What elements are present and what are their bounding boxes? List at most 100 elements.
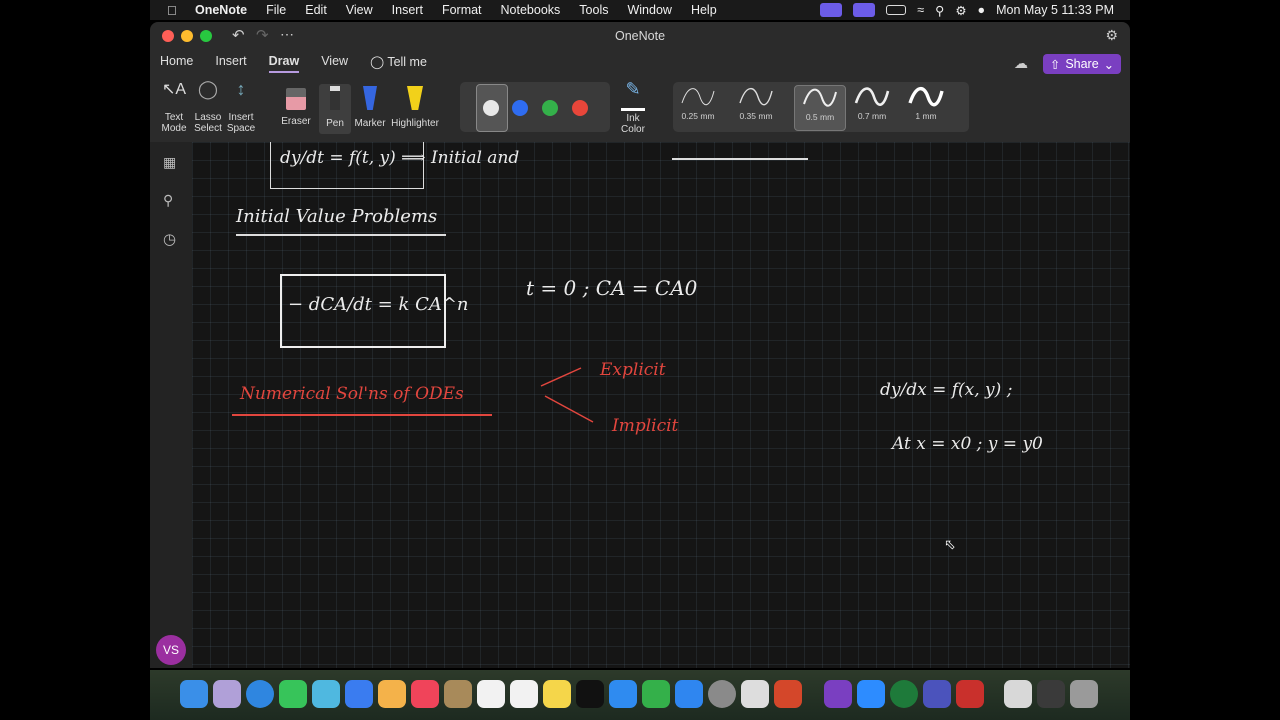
clock[interactable]: Mon May 5 11:33 PM — [996, 3, 1114, 17]
insert-space-label-1: Insert — [228, 112, 254, 123]
teams-icon[interactable] — [923, 680, 951, 708]
lightbulb-icon: ◯ — [370, 55, 385, 69]
insert-space-button[interactable]: ↕ Insert Space — [225, 79, 257, 134]
pen-label: Pen — [326, 118, 344, 129]
eraser-button[interactable]: Eraser — [278, 84, 314, 127]
tab-home[interactable]: Home — [160, 54, 193, 73]
mail-icon[interactable] — [345, 680, 373, 708]
highlighter-button[interactable]: Highlighter — [388, 84, 442, 129]
menu-file[interactable]: File — [266, 3, 286, 17]
mathtype-icon[interactable] — [956, 680, 984, 708]
safari-icon[interactable] — [246, 680, 274, 708]
marker-icon — [363, 86, 377, 110]
insert-space-icon: ↕ — [236, 79, 246, 99]
keynote-icon[interactable] — [609, 680, 637, 708]
downloads-stack-icon[interactable] — [1004, 680, 1032, 708]
thickness-option-0-25[interactable]: 0.25 mm — [673, 85, 723, 129]
color-swatch-green[interactable] — [542, 100, 558, 116]
archive-utility-icon[interactable] — [444, 680, 472, 708]
marker-button[interactable]: Marker — [353, 84, 387, 129]
insert-space-label-2: Space — [226, 123, 256, 134]
system-settings-icon[interactable] — [708, 680, 736, 708]
thickness-option-0-5[interactable]: 0.5 mm — [794, 85, 846, 131]
wifi-icon[interactable]: ≈ — [917, 3, 924, 17]
color-swatch-red[interactable] — [572, 100, 588, 116]
zoom-icon[interactable] — [857, 680, 885, 708]
apple-menu-icon[interactable]:  — [167, 3, 183, 18]
control-center-icon[interactable]: ⚙ — [955, 3, 966, 18]
powerpoint-icon[interactable] — [774, 680, 802, 708]
siri-icon[interactable]: ● — [978, 3, 986, 17]
finder-icon[interactable] — [180, 680, 208, 708]
color-swatch-white[interactable] — [483, 100, 499, 116]
reminders-icon[interactable] — [510, 680, 538, 708]
tab-view[interactable]: View — [321, 54, 348, 73]
calendar-icon[interactable] — [477, 680, 505, 708]
lasso-label-1: Lasso — [194, 112, 222, 123]
sync-cloud-icon[interactable]: ☁ — [1014, 55, 1028, 72]
menu-help[interactable]: Help — [691, 3, 717, 17]
tell-me-search[interactable]: ◯ Tell me — [370, 54, 427, 73]
apple-tv-icon[interactable] — [576, 680, 604, 708]
text-mode-label-2: Mode — [161, 123, 187, 134]
thickness-label: 0.7 mm — [857, 111, 887, 121]
preview-icon[interactable] — [741, 680, 769, 708]
thickness-label: 0.35 mm — [739, 111, 773, 121]
numbers-icon[interactable] — [642, 680, 670, 708]
stroke-preview-icon — [681, 88, 715, 106]
ink-initial-condition: t = 0 ; CA = CA0 — [526, 276, 698, 300]
spinner-app-icon[interactable] — [890, 680, 918, 708]
photos-icon[interactable] — [378, 680, 406, 708]
onenote-icon[interactable] — [824, 680, 852, 708]
pen-button[interactable]: Pen — [319, 84, 351, 134]
color-swatch-blue[interactable] — [512, 100, 528, 116]
thickness-option-0-35[interactable]: 0.35 mm — [731, 85, 781, 129]
menu-app-name[interactable]: OneNote — [195, 3, 247, 17]
menu-format[interactable]: Format — [442, 3, 482, 17]
chevron-down-icon: ⌄ — [1103, 57, 1115, 72]
thickness-option-0-7[interactable]: 0.7 mm — [847, 85, 897, 129]
lasso-label-2: Select — [194, 123, 222, 134]
app-store-icon[interactable] — [675, 680, 703, 708]
menu-insert[interactable]: Insert — [392, 3, 423, 17]
menu-edit[interactable]: Edit — [305, 3, 327, 17]
messages-icon[interactable] — [279, 680, 307, 708]
tab-draw[interactable]: Draw — [268, 54, 300, 73]
highlighter-label: Highlighter — [391, 118, 439, 129]
menu-tools[interactable]: Tools — [579, 3, 608, 17]
mirror-icon[interactable] — [853, 3, 876, 17]
thickness-option-1[interactable]: 1 mm — [901, 85, 951, 129]
settings-icon[interactable]: ⚙ — [1105, 27, 1118, 44]
menu-window[interactable]: Window — [627, 3, 671, 17]
recent-clock-icon[interactable]: ◷ — [163, 230, 176, 248]
tab-insert[interactable]: Insert — [215, 54, 246, 73]
battery-icon[interactable] — [886, 5, 907, 15]
lasso-select-button[interactable]: ◯ Lasso Select — [192, 79, 224, 134]
marker-label: Marker — [354, 118, 386, 129]
share-button[interactable]: ⇧ Share ⌄ — [1043, 54, 1121, 74]
spotlight-search-icon[interactable]: ⚲ — [935, 3, 944, 18]
stroke-preview-icon — [854, 87, 890, 106]
thickness-label: 1 mm — [915, 111, 937, 121]
menu-view[interactable]: View — [346, 3, 373, 17]
menu-notebooks[interactable]: Notebooks — [501, 3, 561, 17]
search-icon[interactable]: ⚲ — [163, 192, 173, 209]
lasso-icon: ◯ — [197, 79, 219, 99]
user-avatar[interactable]: VS — [156, 635, 186, 665]
text-mode-button[interactable]: ↖A Text Mode — [158, 82, 190, 135]
launchpad-icon[interactable] — [213, 680, 241, 708]
share-label: Share — [1065, 57, 1099, 71]
trash-icon[interactable] — [1070, 680, 1098, 708]
ink-pen-icon: ✎ — [625, 79, 641, 99]
notebooks-icon[interactable]: ▦ — [163, 154, 176, 171]
ink-red-underline — [232, 414, 492, 416]
maps-icon[interactable] — [312, 680, 340, 708]
note-canvas[interactable]: dy/dt = f(t, y) ⟹ Initial and Initial Va… — [192, 142, 1130, 668]
notes-app-icon[interactable] — [543, 680, 571, 708]
title-bar: ↶ ↷ ⋯ OneNote ⚙ — [150, 22, 1130, 50]
window-stack-icon[interactable] — [1037, 680, 1065, 708]
mac-menu-bar:  OneNote File Edit View Insert Format N… — [150, 0, 1130, 20]
ink-color-button[interactable]: ✎ Ink Color — [612, 79, 654, 135]
screen-share-icon[interactable] — [820, 3, 843, 17]
music-icon[interactable] — [411, 680, 439, 708]
